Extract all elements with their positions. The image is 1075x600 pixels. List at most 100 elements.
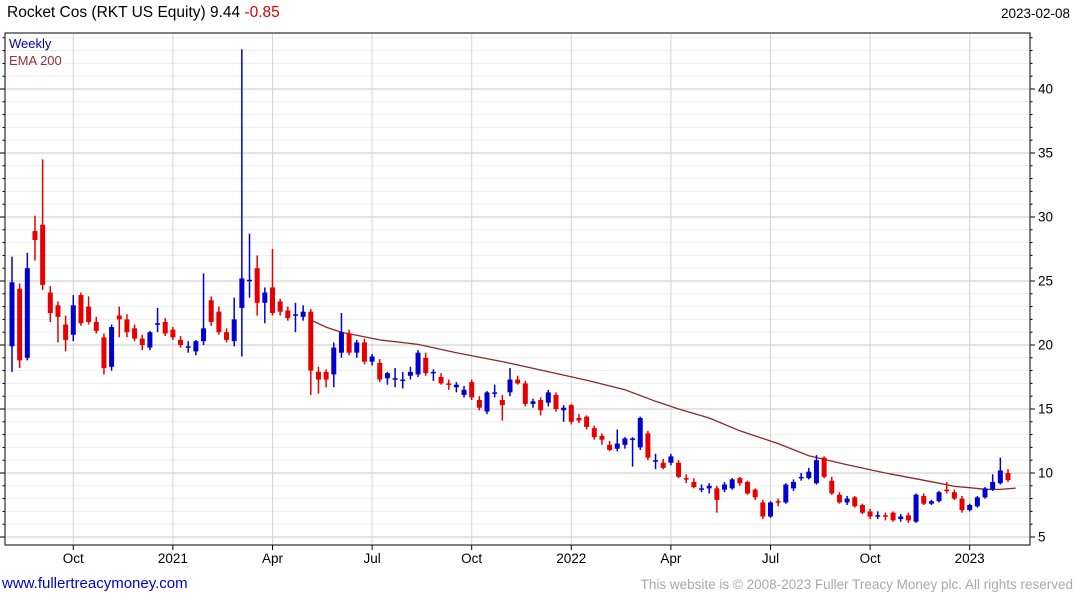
candle-down bbox=[47, 286, 53, 322]
x-tick-label: 2021 bbox=[158, 551, 188, 566]
candle-up bbox=[354, 339, 360, 358]
candle-down bbox=[469, 379, 475, 401]
candle-down bbox=[346, 329, 352, 356]
candle-down bbox=[1005, 469, 1011, 482]
candle-down bbox=[760, 499, 766, 520]
candle-up bbox=[70, 295, 76, 342]
candle-down bbox=[423, 352, 429, 376]
candle-up bbox=[653, 453, 659, 470]
instrument-and-price: Rocket Cos (RKT US Equity) 9.44 bbox=[7, 4, 245, 21]
y-tick-label: 20 bbox=[1038, 338, 1053, 353]
candle-down bbox=[323, 369, 329, 388]
candle-down bbox=[224, 328, 230, 343]
candle-up bbox=[798, 473, 804, 481]
candle-up bbox=[997, 457, 1003, 485]
candle-up bbox=[898, 513, 904, 522]
candle-down bbox=[55, 301, 61, 343]
x-tick-label: Oct bbox=[63, 551, 84, 566]
candle-down bbox=[905, 512, 911, 523]
candle-up bbox=[982, 487, 988, 499]
candle-down bbox=[124, 314, 130, 338]
candle-down bbox=[882, 512, 888, 521]
candle-up bbox=[331, 342, 337, 388]
candle-down bbox=[101, 333, 107, 375]
candle-down bbox=[522, 380, 528, 407]
candle-down bbox=[553, 392, 559, 412]
candle-up bbox=[844, 496, 850, 505]
y-tick-label: 10 bbox=[1038, 466, 1053, 481]
as-of-date: 2023-02-08 bbox=[1000, 6, 1070, 21]
candle-down bbox=[745, 480, 751, 495]
candle-down bbox=[162, 318, 168, 337]
candle-up bbox=[415, 350, 421, 377]
candle-down bbox=[86, 296, 92, 325]
candle-down bbox=[607, 441, 613, 452]
candle-up bbox=[530, 398, 536, 408]
x-tick-label: Jul bbox=[363, 551, 380, 566]
candle-down bbox=[584, 415, 590, 430]
y-tick-label: 30 bbox=[1038, 210, 1053, 225]
x-tick-label: Apr bbox=[660, 551, 682, 566]
candle-up bbox=[967, 503, 973, 512]
candle-down bbox=[944, 481, 950, 494]
candle-up bbox=[545, 389, 551, 407]
candle-down bbox=[446, 379, 452, 390]
candle-up bbox=[875, 511, 881, 520]
candle-up bbox=[369, 353, 375, 366]
candle-down bbox=[890, 511, 896, 522]
candle-up bbox=[813, 455, 819, 485]
candle-down bbox=[170, 327, 176, 340]
candle-down bbox=[269, 249, 275, 316]
candle-down bbox=[775, 498, 781, 507]
candle-down bbox=[852, 496, 858, 508]
candle-down bbox=[78, 292, 84, 326]
y-tick-label: 25 bbox=[1038, 274, 1053, 289]
candle-up bbox=[201, 273, 207, 345]
candle-down bbox=[691, 478, 697, 489]
candle-up bbox=[24, 252, 30, 361]
candle-down bbox=[285, 306, 291, 321]
candle-up bbox=[561, 405, 567, 422]
candle-up bbox=[300, 305, 306, 321]
timeframe-label: Weekly bbox=[9, 36, 52, 51]
price-chart: 5 10 15 20 25 30 35 40 Oct 2021 Apr Jul Oct 2022 Apr Ju… bbox=[0, 32, 1053, 566]
candle-down bbox=[438, 373, 444, 385]
candle-up bbox=[484, 391, 490, 415]
candle-down bbox=[568, 403, 574, 425]
ema-legend-label: EMA 200 bbox=[9, 53, 62, 68]
candle-down bbox=[867, 508, 873, 520]
copyright-text: This website is © 2008-2023 Fuller Treac… bbox=[640, 577, 1073, 592]
candle-down bbox=[499, 394, 505, 421]
candle-up bbox=[400, 371, 406, 389]
x-tick-label: Oct bbox=[860, 551, 881, 566]
candle-down bbox=[132, 324, 138, 342]
candle-up bbox=[247, 233, 253, 298]
y-gridlines bbox=[6, 37, 1029, 538]
y-tick-label: 35 bbox=[1038, 146, 1053, 161]
candle-down bbox=[476, 396, 482, 411]
candle-down bbox=[116, 306, 122, 338]
candle-up bbox=[507, 368, 513, 397]
candle-up bbox=[936, 490, 942, 503]
candle-down bbox=[178, 336, 184, 348]
y-tick-label: 5 bbox=[1038, 530, 1046, 545]
y-tick-label: 40 bbox=[1038, 82, 1053, 97]
candle-down bbox=[277, 298, 283, 316]
candle-down bbox=[139, 334, 145, 351]
candle-up bbox=[193, 339, 199, 356]
candle-up bbox=[783, 483, 789, 504]
candle-down bbox=[308, 309, 314, 395]
site-link[interactable]: www.fullertreacymoney.com bbox=[2, 575, 188, 592]
candle-up bbox=[492, 384, 498, 398]
candle-up bbox=[155, 307, 161, 333]
candle-down bbox=[714, 485, 720, 513]
candle-up bbox=[668, 453, 674, 466]
candle-up bbox=[974, 496, 980, 508]
candle-up bbox=[790, 479, 796, 491]
candle-down bbox=[836, 492, 842, 504]
candle-down bbox=[676, 460, 682, 479]
candle-up bbox=[913, 493, 919, 523]
x-tick-label: Oct bbox=[461, 551, 482, 566]
candle-up bbox=[185, 341, 191, 353]
candle-down bbox=[63, 315, 69, 352]
